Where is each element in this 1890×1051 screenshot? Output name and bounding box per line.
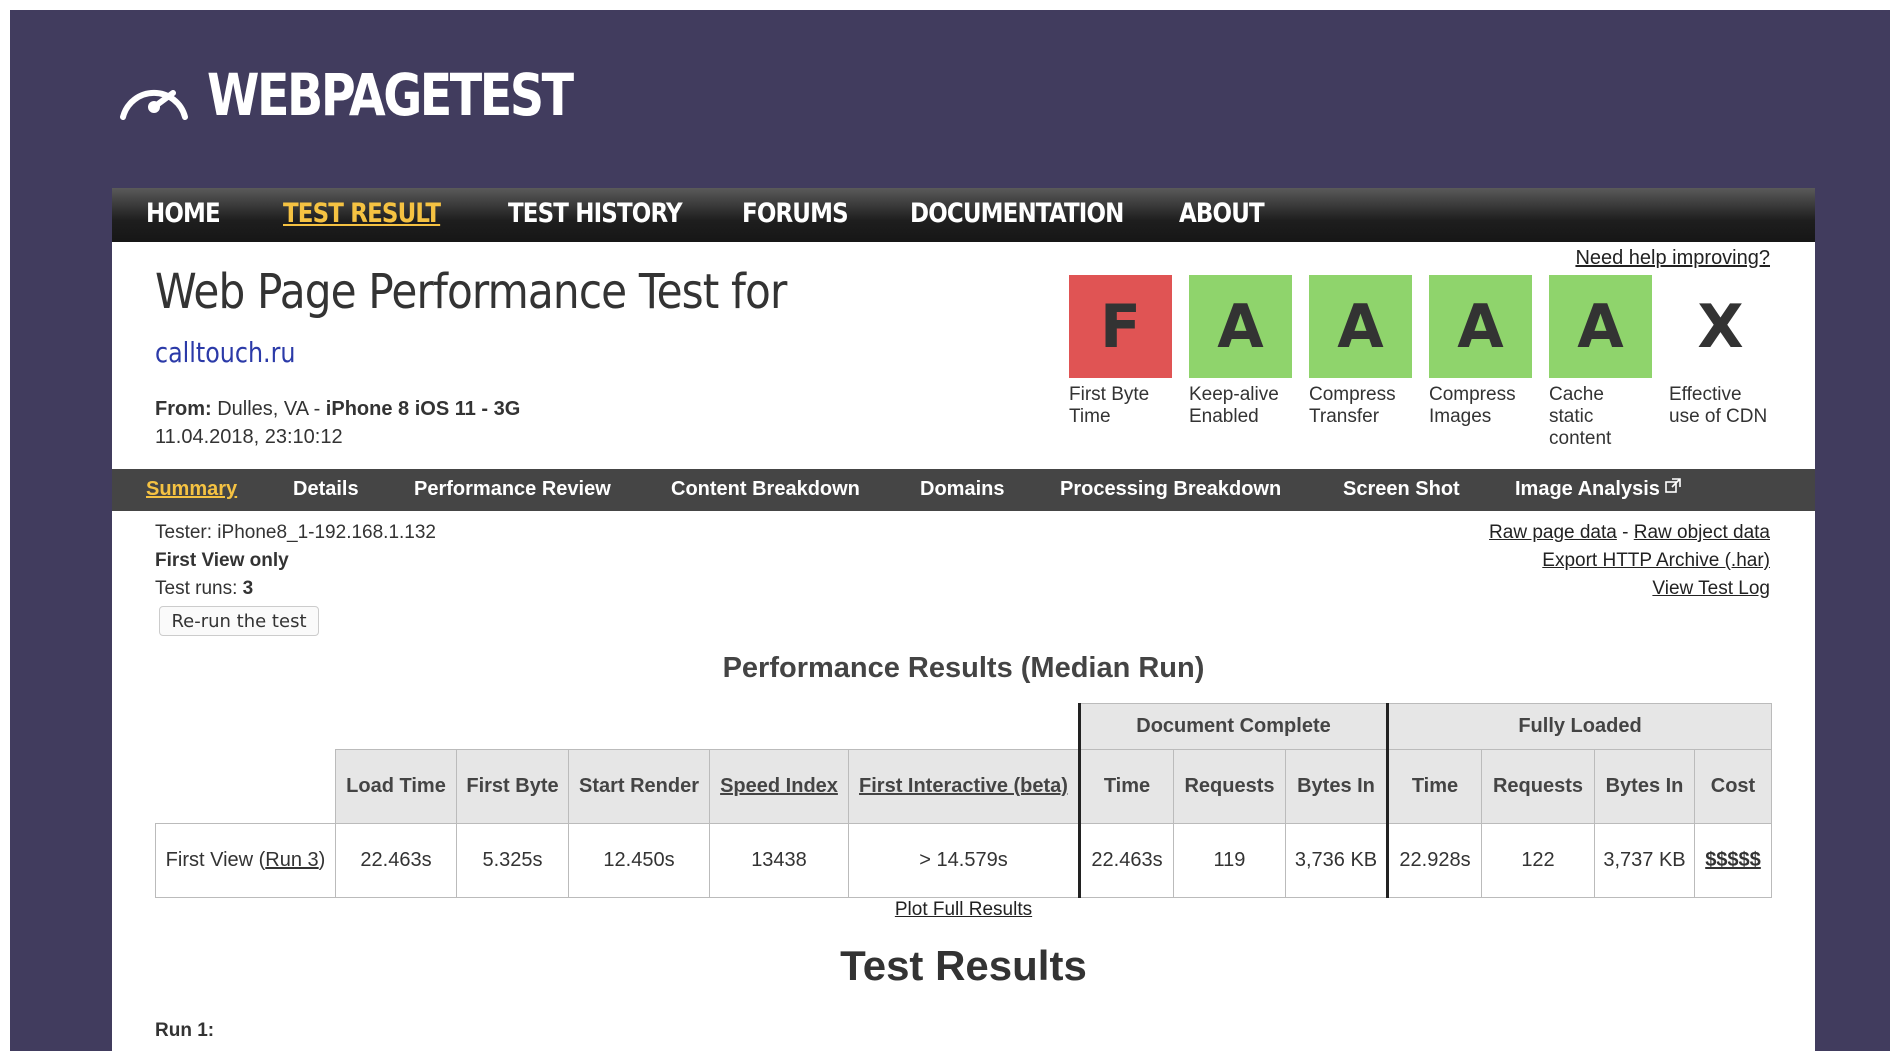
header-load-time: Load Time (335, 749, 457, 824)
tested-url-link[interactable]: calltouch.ru (155, 336, 295, 369)
header-doc-time: Time (1078, 749, 1174, 824)
cell-full-time: 22.928s (1386, 823, 1482, 898)
grade-label-keep-alive: Keep-alive Enabled (1189, 384, 1279, 427)
run-3-link[interactable]: Run 3 (265, 849, 318, 871)
cell-load-time: 22.463s (335, 823, 457, 898)
test-results-title: Test Results (840, 942, 1087, 989)
header-start-render: Start Render (568, 749, 710, 824)
header-first-byte: First Byte (456, 749, 569, 824)
page-title: Web Page Performance Test for (155, 264, 787, 320)
header-full-bytes: Bytes In (1594, 749, 1695, 824)
tester-info: Tester: iPhone8_1-192.168.1.132 (155, 522, 436, 543)
cell-full-bytes: 3,737 KB (1594, 823, 1695, 898)
test-runs-label: Test runs: (155, 578, 243, 599)
test-runs-value: 3 (242, 578, 254, 599)
grade-label-compress-images: Compress Images (1429, 384, 1516, 427)
cell-cost[interactable]: $$$$$ (1694, 823, 1772, 898)
grade-label-cache-static: Cache static content (1549, 384, 1612, 449)
grade-keep-alive[interactable]: A (1189, 275, 1292, 378)
cell-full-requests: 122 (1481, 823, 1595, 898)
view-test-log-link[interactable]: View Test Log (1652, 578, 1770, 600)
cell-start-render: 12.450s (568, 823, 710, 898)
plot-full-results-link[interactable]: Plot Full Results (112, 899, 1815, 921)
nav-documentation[interactable]: DOCUMENTATION (910, 198, 1124, 229)
tab-image-analysis-label: Image Analysis (1515, 478, 1660, 500)
tab-summary[interactable]: Summary (146, 478, 237, 501)
grade-compress-images[interactable]: A (1429, 275, 1532, 378)
table-blank-cell (155, 703, 1080, 750)
table-blank-cell (155, 749, 336, 824)
link-separator: - (1616, 522, 1634, 543)
nav-test-result[interactable]: TEST RESULT (283, 198, 441, 229)
test-runs: Test runs: 3 (155, 578, 253, 600)
row-label-suffix: ) (318, 849, 326, 871)
grade-cdn[interactable]: X (1669, 275, 1772, 378)
header-cost: Cost (1694, 749, 1772, 824)
grade-label-first-byte: First Byte Time (1069, 384, 1150, 427)
performance-results-title: Performance Results (Median Run) (722, 652, 1205, 684)
test-location: From: Dulles, VA - iPhone 8 iOS 11 - 3G (155, 398, 520, 421)
table-row: First View (Run 3) 22.463s 5.325s 12.450… (155, 823, 1772, 898)
from-device: iPhone 8 iOS 11 - 3G (325, 398, 521, 420)
from-label: From: (155, 398, 212, 420)
view-mode: First View only (155, 550, 289, 571)
tab-screen-shot[interactable]: Screen Shot (1343, 478, 1460, 501)
need-help-link[interactable]: Need help improving? (1575, 247, 1770, 270)
external-link-icon (1665, 478, 1682, 493)
table-header-row: Load Time First Byte Start Render Speed … (155, 749, 1772, 824)
header-full-requests: Requests (1481, 749, 1595, 824)
row-label-prefix: First View ( (165, 849, 266, 871)
grade-first-byte[interactable]: F (1069, 275, 1172, 378)
test-date: 11.04.2018, 23:10:12 (155, 426, 343, 448)
nav-test-history[interactable]: TEST HISTORY (508, 198, 683, 229)
speedometer-icon (120, 89, 188, 120)
row-label: First View (Run 3) (155, 823, 336, 898)
grade-cache-static[interactable]: A (1549, 275, 1652, 378)
nav-forums[interactable]: FORUMS (742, 198, 849, 229)
from-location: Dulles, VA - (211, 398, 326, 420)
header-first-interactive[interactable]: First Interactive (beta) (848, 749, 1080, 824)
tab-processing-breakdown[interactable]: Processing Breakdown (1060, 478, 1281, 501)
grade-label-cdn: Effective use of CDN (1669, 384, 1768, 427)
grade-label-compress-transfer: Compress Transfer (1309, 384, 1396, 427)
header-doc-bytes: Bytes In (1285, 749, 1388, 824)
group-fully-loaded: Fully Loaded (1386, 703, 1772, 750)
tab-details[interactable]: Details (293, 478, 359, 501)
header-first-interactive-link[interactable]: First Interactive (beta) (859, 775, 1068, 797)
raw-page-data-link[interactable]: Raw page data (1489, 522, 1617, 543)
raw-object-data-link[interactable]: Raw object data (1634, 522, 1770, 543)
export-har-link[interactable]: Export HTTP Archive (.har) (1542, 550, 1770, 572)
cell-first-byte: 5.325s (456, 823, 569, 898)
cell-doc-requests: 119 (1173, 823, 1286, 898)
cell-doc-bytes: 3,736 KB (1285, 823, 1388, 898)
tab-image-analysis[interactable]: Image Analysis (1515, 478, 1682, 501)
cell-speed-index: 13438 (709, 823, 849, 898)
raw-data-links: Raw page data - Raw object data (1489, 522, 1770, 544)
cell-first-interactive: > 14.579s (848, 823, 1080, 898)
header-doc-requests: Requests (1173, 749, 1286, 824)
nav-about[interactable]: ABOUT (1179, 198, 1265, 229)
grade-compress-transfer[interactable]: A (1309, 275, 1412, 378)
rerun-test-button[interactable]: Re-run the test (159, 606, 319, 636)
main-content: Web Page Performance Test for calltouch.… (112, 242, 1815, 1051)
nav-home[interactable]: HOME (146, 198, 221, 229)
logo-text: WEBPAGETEST (207, 61, 574, 129)
header-speed-index-link[interactable]: Speed Index (720, 775, 838, 797)
group-document-complete: Document Complete (1078, 703, 1388, 750)
cell-doc-time: 22.463s (1078, 823, 1174, 898)
performance-results-table: Document Complete Fully Loaded Load Time… (155, 703, 1772, 898)
webpagetest-logo[interactable]: WEBPAGETEST (115, 60, 652, 130)
header-full-time: Time (1386, 749, 1482, 824)
header-speed-index[interactable]: Speed Index (709, 749, 849, 824)
main-navigation: HOME TEST RESULT TEST HISTORY FORUMS DOC… (112, 188, 1815, 242)
tab-domains[interactable]: Domains (920, 478, 1004, 501)
tab-content-breakdown[interactable]: Content Breakdown (671, 478, 860, 501)
run-1-label: Run 1: (155, 1020, 215, 1041)
result-tabs: Summary Details Performance Review Conte… (112, 469, 1815, 511)
tab-performance-review[interactable]: Performance Review (414, 478, 611, 501)
table-group-header-row: Document Complete Fully Loaded (155, 703, 1772, 750)
cost-link[interactable]: $$$$$ (1705, 849, 1761, 871)
